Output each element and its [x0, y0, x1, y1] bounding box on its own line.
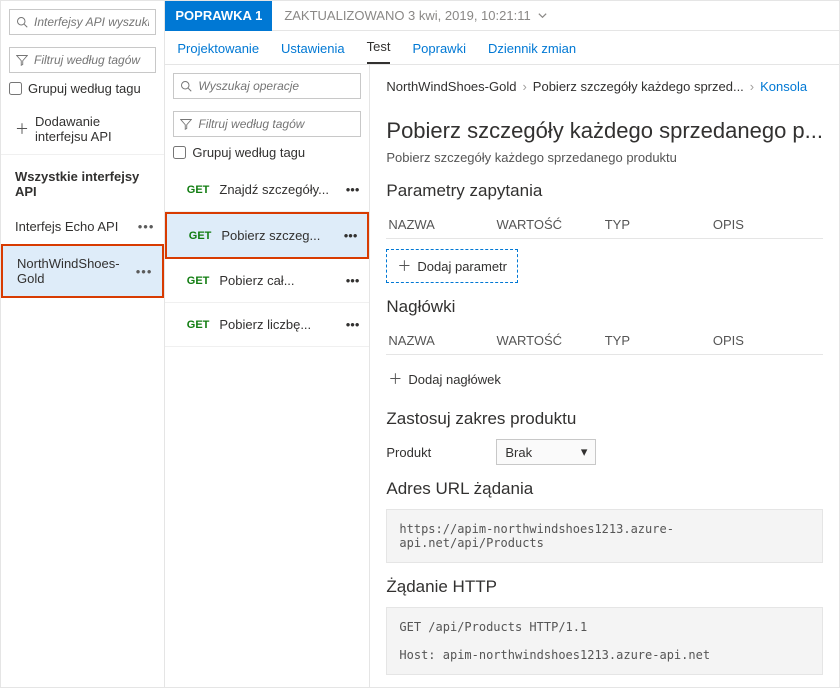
operation-name: Pobierz szczeg... — [221, 228, 320, 243]
revision-strip: POPRAWKA 1 ZAKTUALIZOWANO 3 kwi, 2019, 1… — [165, 1, 839, 31]
more-icon[interactable]: ••• — [346, 273, 360, 288]
product-scope-heading: Zastosuj zakres produktu — [386, 409, 823, 429]
operations-panel: Grupuj według tagu GET Znajdź szczegóły..… — [165, 65, 370, 687]
more-icon[interactable]: ••• — [138, 219, 155, 234]
tag-filter-input[interactable] — [34, 53, 149, 67]
filter-icon — [16, 54, 28, 66]
plus-icon: ＋ — [397, 256, 411, 276]
http-request: GET /api/Products HTTP/1.1 Host: apim-no… — [386, 607, 823, 675]
crumb-op[interactable]: Pobierz szczegóły każdego sprzed... — [533, 79, 744, 94]
operation-name: Pobierz liczbę... — [219, 317, 311, 332]
http-method: GET — [173, 230, 211, 242]
operation-row[interactable]: GET Pobierz szczeg... ••• — [165, 212, 369, 259]
chevron-down-icon — [537, 10, 548, 21]
api-row[interactable]: Interfejs Echo API ••• — [1, 209, 164, 244]
test-console: NorthWindShoes-Gold › Pobierz szczegóły … — [370, 65, 839, 687]
params-table-head: NAZWAWARTOŚĆTYPOPIS — [386, 211, 823, 239]
http-request-heading: Żądanie HTTP — [386, 577, 823, 597]
api-sidebar: Grupuj według tagu ＋ Dodawanie interfejs… — [1, 1, 165, 687]
crumb-api[interactable]: NorthWindShoes-Gold — [386, 79, 516, 94]
tab-ustawienia[interactable]: Ustawienia — [281, 41, 345, 64]
filter-icon — [180, 118, 192, 130]
more-icon[interactable]: ••• — [346, 182, 360, 197]
api-row[interactable]: NorthWindShoes-Gold••• — [1, 244, 164, 298]
op-group-by-tag[interactable]: Grupuj według tagu — [173, 145, 361, 160]
more-icon[interactable]: ••• — [344, 228, 358, 243]
plus-icon: ＋ — [15, 119, 29, 139]
op-search-input[interactable] — [198, 79, 354, 93]
search-icon — [180, 80, 192, 92]
query-params-heading: Parametry zapytania — [386, 181, 823, 201]
operation-title: Pobierz szczegóły każdego sprzedanego p.… — [386, 118, 823, 144]
breadcrumb: NorthWindShoes-Gold › Pobierz szczegóły … — [370, 65, 839, 108]
all-apis-heading: Wszystkie interfejsy API — [1, 155, 164, 209]
revision-updated[interactable]: ZAKTUALIZOWANO 3 kwi, 2019, 10:21:11 — [284, 8, 547, 23]
http-method: GET — [171, 184, 209, 196]
revision-badge[interactable]: POPRAWKA 1 — [165, 1, 272, 31]
op-group-label: Grupuj według tagu — [192, 145, 305, 160]
product-select[interactable]: Brak ▾ — [496, 439, 596, 465]
crumb-sep: › — [750, 79, 754, 94]
op-search[interactable] — [173, 73, 361, 99]
more-icon[interactable]: ••• — [346, 317, 360, 332]
api-search-input[interactable] — [34, 15, 149, 29]
plus-icon: ＋ — [388, 369, 402, 389]
request-url: https://apim-northwindshoes1213.azure-ap… — [386, 509, 823, 563]
group-label: Grupuj według tagu — [28, 81, 141, 96]
add-header-button[interactable]: ＋ Dodaj nagłówek — [386, 363, 503, 395]
add-api-label: Dodawanie interfejsu API — [35, 114, 150, 144]
api-search[interactable] — [9, 9, 156, 35]
add-param-button[interactable]: ＋ Dodaj parametr — [386, 249, 518, 283]
tab-dziennik zmian[interactable]: Dziennik zmian — [488, 41, 576, 64]
search-icon — [16, 16, 28, 28]
op-tag-filter-input[interactable] — [198, 117, 354, 131]
operations-list: GET Znajdź szczegóły... ••• GET Pobierz szcz… — [165, 168, 369, 347]
group-checkbox[interactable] — [9, 82, 22, 95]
api-name: Interfejs Echo API — [15, 219, 118, 234]
tag-filter[interactable] — [9, 47, 156, 73]
tab-poprawki[interactable]: Poprawki — [412, 41, 465, 64]
operation-row[interactable]: GET Znajdź szczegóły... ••• — [165, 168, 369, 212]
group-by-tag[interactable]: Grupuj według tagu — [9, 81, 156, 96]
product-label: Produkt — [386, 445, 496, 460]
more-icon[interactable]: ••• — [136, 264, 153, 279]
http-method: GET — [171, 319, 209, 331]
add-api-button[interactable]: ＋ Dodawanie interfejsu API — [1, 104, 164, 155]
operation-name: Znajdź szczegóły... — [219, 182, 329, 197]
tab-projektowanie[interactable]: Projektowanie — [177, 41, 259, 64]
operation-row[interactable]: GET Pobierz liczbę... ••• — [165, 303, 369, 347]
tab-bar: Projektowanie Ustawienia Test Poprawki Dzien… — [165, 31, 839, 65]
chevron-down-icon: ▾ — [581, 444, 588, 460]
tab-test[interactable]: Test — [367, 39, 391, 64]
headers-heading: Nagłówki — [386, 297, 823, 317]
request-url-heading: Adres URL żądania — [386, 479, 823, 499]
crumb-console[interactable]: Konsola — [760, 79, 807, 94]
operation-row[interactable]: GET Pobierz cał... ••• — [165, 259, 369, 303]
http-method: GET — [171, 275, 209, 287]
crumb-sep: › — [522, 79, 526, 94]
op-tag-filter[interactable] — [173, 111, 361, 137]
api-name: NorthWindShoes-Gold — [17, 256, 136, 286]
headers-table-head: NAZWAWARTOŚĆTYPOPIS — [386, 327, 823, 355]
op-group-checkbox[interactable] — [173, 146, 186, 159]
operation-name: Pobierz cał... — [219, 273, 294, 288]
api-list: Interfejs Echo API•••NorthWindShoes-Gold… — [1, 209, 164, 298]
operation-desc: Pobierz szczegóły każdego sprzedanego pr… — [386, 150, 823, 165]
